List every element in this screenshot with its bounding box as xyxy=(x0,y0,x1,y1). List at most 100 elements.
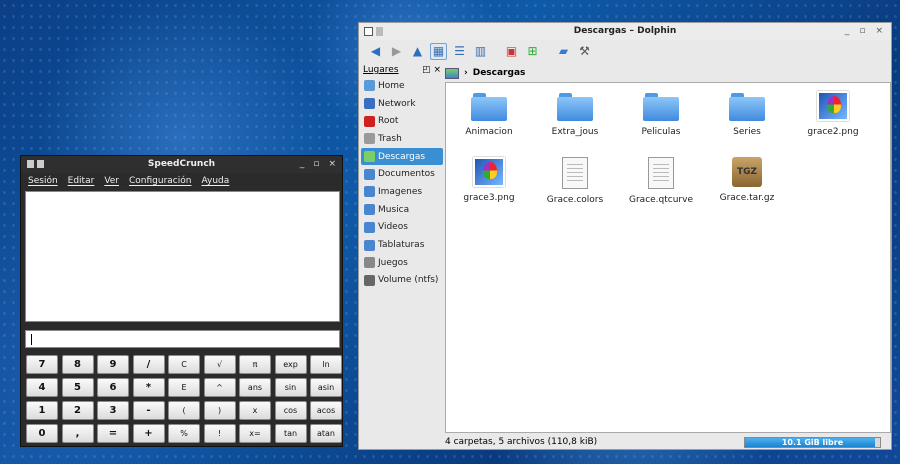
games-icon xyxy=(364,257,375,269)
close-icon[interactable]: × xyxy=(875,23,883,40)
key-button[interactable]: sin xyxy=(274,378,307,397)
file-item[interactable]: Animacion xyxy=(446,91,532,137)
key-button[interactable]: x xyxy=(239,401,271,420)
key-button[interactable]: 2 xyxy=(61,401,94,420)
window-menu-icon[interactable] xyxy=(27,160,44,168)
new-folder-icon[interactable]: ▰ xyxy=(555,43,572,60)
key-button[interactable]: √ xyxy=(203,355,236,374)
key-button[interactable]: ln xyxy=(310,355,342,374)
breadcrumb[interactable]: › Descargas xyxy=(445,65,525,81)
key-button[interactable]: 9 xyxy=(97,355,129,374)
settings-wrench-icon[interactable]: ⚒ xyxy=(576,43,593,60)
split-view-icon[interactable]: ⊞ xyxy=(524,43,541,60)
key-button[interactable]: 8 xyxy=(61,355,94,374)
dolphin-titlebar[interactable]: Descargas – Dolphin _ ▫ × xyxy=(359,23,891,40)
file-item[interactable]: Grace.qtcurve xyxy=(618,157,704,205)
window-menu-icon[interactable] xyxy=(364,27,373,36)
places-item-videos[interactable]: Videos xyxy=(361,219,443,237)
key-button[interactable]: 3 xyxy=(97,401,129,420)
key-button[interactable]: C xyxy=(168,355,200,374)
close-icon[interactable]: × xyxy=(328,156,336,173)
panel-controls[interactable]: ◰ × xyxy=(422,64,441,77)
menu-editar[interactable]: Editar xyxy=(68,173,95,189)
key-button[interactable]: π xyxy=(239,355,271,374)
key-button[interactable]: , xyxy=(61,424,94,443)
key-button[interactable]: atan xyxy=(310,424,342,443)
speedcrunch-titlebar[interactable]: SpeedCrunch _ ▫ × xyxy=(21,156,342,173)
key-button[interactable]: ( xyxy=(168,401,200,420)
breadcrumb-current[interactable]: Descargas xyxy=(473,68,526,78)
forward-arrow-icon[interactable]: ▶ xyxy=(388,43,405,60)
key-button[interactable]: / xyxy=(132,355,165,374)
drive-icon xyxy=(364,274,375,286)
minimize-icon[interactable]: _ xyxy=(300,156,305,173)
places-item-volume-ntfs-[interactable]: Volume (ntfs) xyxy=(361,272,443,290)
menu-ayuda[interactable]: Ayuda xyxy=(201,173,229,189)
file-item[interactable]: Peliculas xyxy=(618,91,704,137)
file-item[interactable]: grace3.png xyxy=(446,157,532,203)
key-button[interactable]: cos xyxy=(274,401,307,420)
key-button[interactable]: % xyxy=(168,424,200,443)
minimize-icon[interactable]: _ xyxy=(845,23,850,40)
key-button[interactable]: ans xyxy=(239,378,271,397)
preview-icon[interactable]: ▣ xyxy=(503,43,520,60)
folder-icon xyxy=(557,91,593,121)
places-item-tablaturas[interactable]: Tablaturas xyxy=(361,236,443,254)
toolbar: ◀ ▶ ▲ ▦ ☰ ▥ ▣ ⊞ ▰ ⚒ xyxy=(359,40,891,62)
key-button[interactable]: tan xyxy=(274,424,307,443)
key-button[interactable]: ) xyxy=(203,401,236,420)
key-button[interactable]: 5 xyxy=(61,378,94,397)
pin-icon[interactable] xyxy=(376,27,383,36)
places-item-network[interactable]: Network xyxy=(361,95,443,113)
places-item-trash[interactable]: Trash xyxy=(361,130,443,148)
menu-ver[interactable]: Ver xyxy=(104,173,119,189)
chevron-right-icon: › xyxy=(464,68,468,78)
keypad: 7 8 9/C √ π exp ln 4 5 6 * E ^ ans sin asin 1 2 3-() x cos ac… xyxy=(26,355,342,443)
key-button[interactable]: E xyxy=(168,378,200,397)
places-item-imagenes[interactable]: Imagenes xyxy=(361,183,443,201)
places-item-home[interactable]: Home xyxy=(361,77,443,95)
icons-view-icon[interactable]: ▦ xyxy=(430,42,447,60)
key-button[interactable]: acos xyxy=(310,401,342,420)
back-arrow-icon[interactable]: ◀ xyxy=(367,43,384,60)
expression-input[interactable] xyxy=(25,330,340,348)
key-button[interactable]: asin xyxy=(310,378,342,397)
key-button[interactable]: 6 xyxy=(97,378,129,397)
file-name: Grace.tar.gz xyxy=(719,193,775,203)
menu-sesion[interactable]: Sesión xyxy=(28,173,58,189)
key-button[interactable]: = xyxy=(97,424,129,443)
file-item[interactable]: Grace.colors xyxy=(532,157,618,205)
places-item-musica[interactable]: Musica xyxy=(361,201,443,219)
menu-configuracion[interactable]: Configuración xyxy=(129,173,191,189)
free-space-bar[interactable]: 10.1 GiB libre xyxy=(744,436,881,448)
file-item[interactable]: Series xyxy=(704,91,790,137)
key-button[interactable]: 7 xyxy=(26,355,58,374)
key-button[interactable]: 1 xyxy=(26,401,58,420)
places-item-descargas[interactable]: Descargas xyxy=(361,147,443,166)
key-button[interactable]: exp xyxy=(274,355,307,374)
places-item-root[interactable]: Root xyxy=(361,112,443,130)
file-item[interactable]: grace2.png xyxy=(790,91,876,137)
key-button[interactable]: + xyxy=(132,424,165,443)
maximize-icon[interactable]: ▫ xyxy=(313,156,319,173)
key-button[interactable]: 0 xyxy=(26,424,58,443)
file-item[interactable]: Extra_jous xyxy=(532,91,618,137)
places-item-label: Imagenes xyxy=(378,186,423,197)
columns-view-icon[interactable]: ▥ xyxy=(472,43,489,60)
key-button[interactable]: * xyxy=(132,378,165,397)
result-display[interactable] xyxy=(25,191,340,322)
key-button[interactable]: ^ xyxy=(203,378,236,397)
file-view[interactable]: Animacion Extra_jous Peliculas Series grace2… xyxy=(445,82,891,433)
maximize-icon[interactable]: ▫ xyxy=(859,23,865,40)
key-button[interactable]: - xyxy=(132,401,165,420)
file-item[interactable]: TGZ Grace.tar.gz xyxy=(704,157,790,203)
up-arrow-icon[interactable]: ▲ xyxy=(409,43,426,60)
places-item-juegos[interactable]: Juegos xyxy=(361,254,443,272)
key-button[interactable]: 4 xyxy=(26,378,58,397)
key-button[interactable]: ! xyxy=(203,424,236,443)
places-item-documentos[interactable]: Documentos xyxy=(361,165,443,183)
tablaturas-icon xyxy=(364,239,375,251)
places-item-label: Trash xyxy=(378,133,402,144)
details-view-icon[interactable]: ☰ xyxy=(451,43,468,60)
key-button[interactable]: x= xyxy=(239,424,271,443)
